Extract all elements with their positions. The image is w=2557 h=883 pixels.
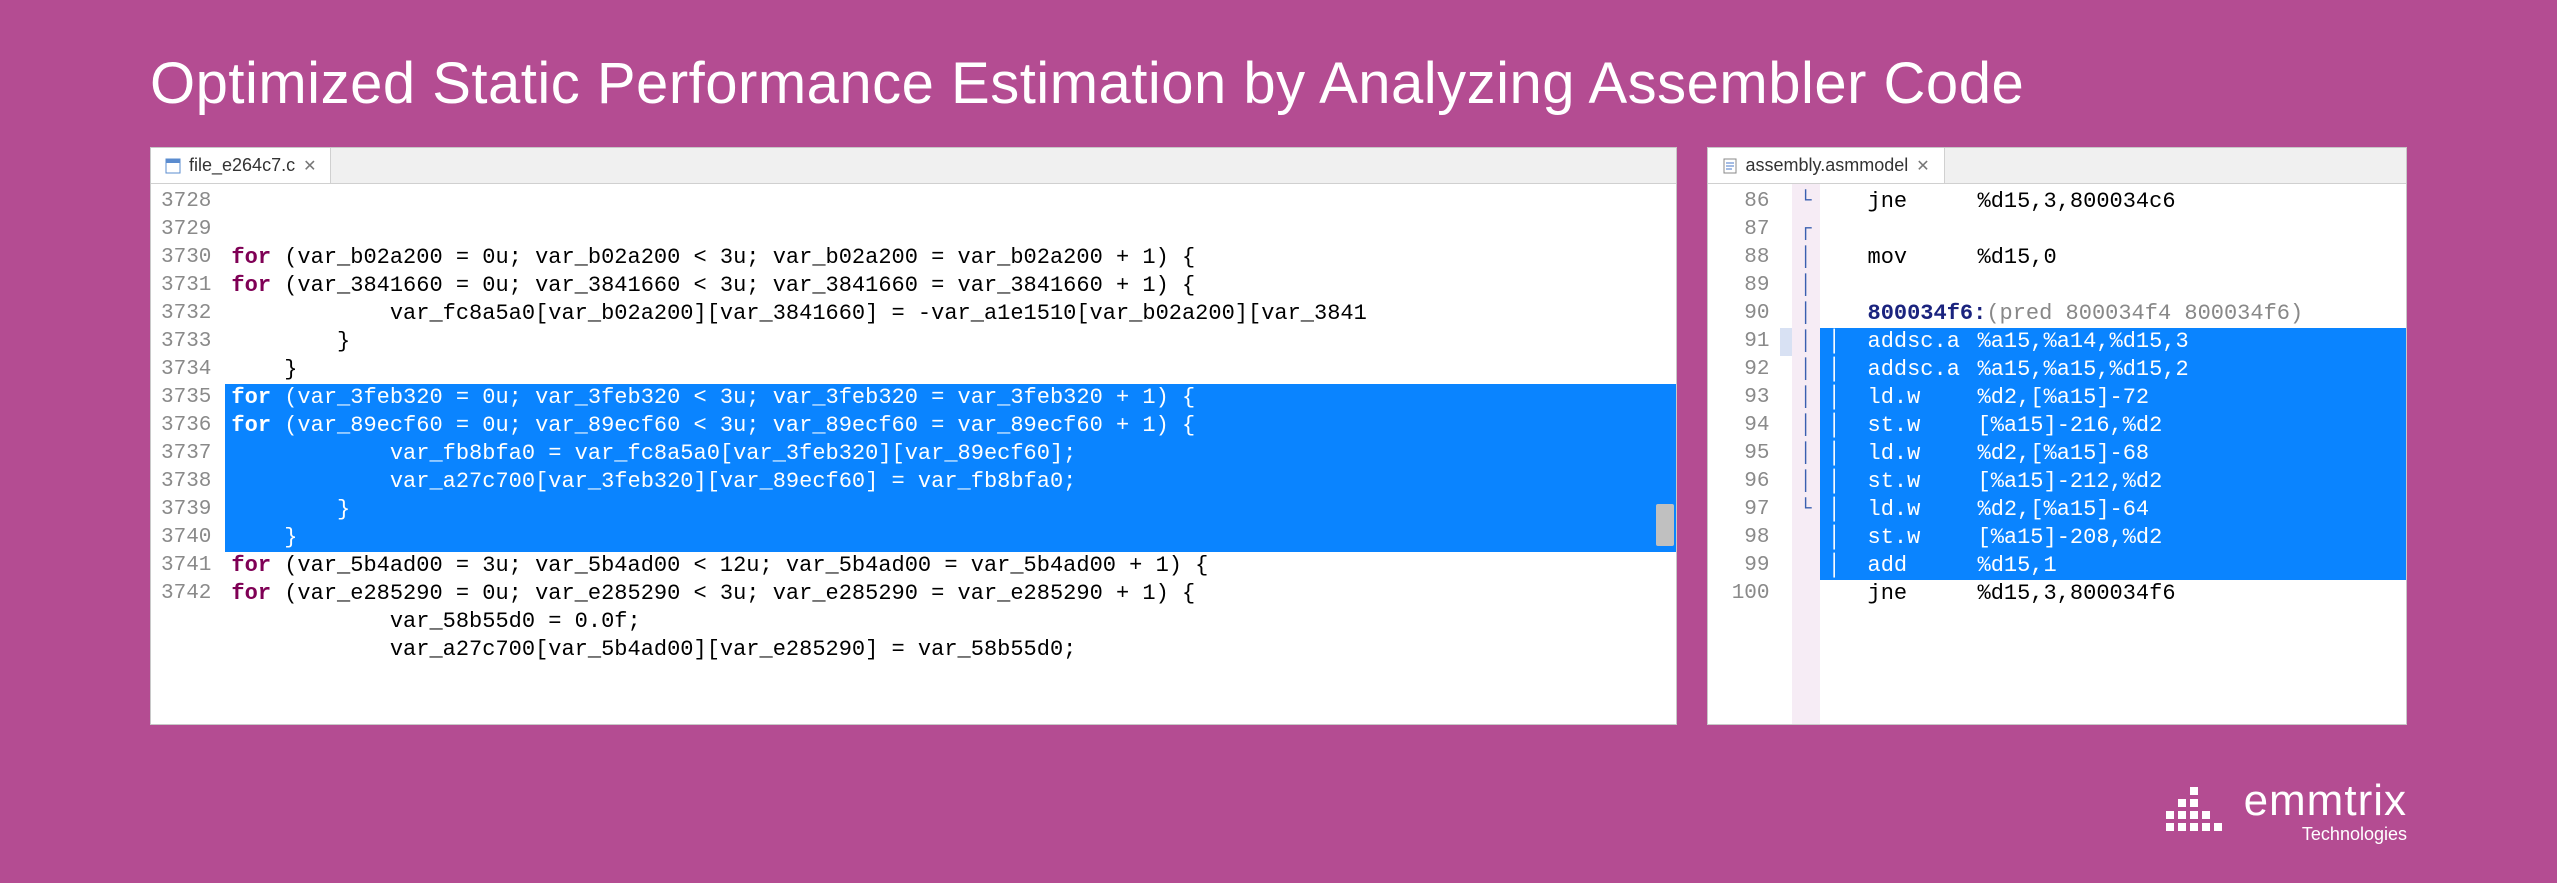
close-icon[interactable]: ✕ (1916, 156, 1929, 176)
code-line[interactable]: for (var_e285290 = 0u; var_e285290 < 3u;… (225, 580, 1675, 608)
asm-line[interactable]: │ ld.w%d2,[%a15]-68 (1820, 440, 2407, 468)
scrollbar-thumb[interactable] (1656, 504, 1674, 546)
logo-sub-text: Technologies (2302, 825, 2407, 843)
left-gutter: 3728372937303731373237333734373537363737… (151, 184, 225, 724)
c-source-editor: file_e264c7.c ✕ 372837293730373137323733… (150, 147, 1677, 725)
asm-line[interactable]: │ st.w[%a15]-208,%d2 (1820, 524, 2407, 552)
code-line[interactable]: } (225, 328, 1675, 356)
tab-asm-file-label: assembly.asmmodel (1746, 155, 1909, 176)
asm-line[interactable]: mov%d15,0 (1820, 244, 2407, 272)
code-line[interactable]: var_a27c700[var_5b4ad00][var_e285290] = … (225, 636, 1675, 664)
asm-line[interactable]: │ addsc.a%a15,%a15,%d15,2 (1820, 356, 2407, 384)
left-tabbar: file_e264c7.c ✕ (151, 148, 1676, 184)
page-headline: Optimized Static Performance Estimation … (0, 0, 2557, 147)
asm-editor: assembly.asmmodel ✕ 86878889909192939495… (1707, 147, 2408, 725)
logo-brand-text: emmtrix (2244, 779, 2407, 823)
right-code-body: 8687888990919293949596979899100 └ ┌│││││… (1708, 184, 2407, 724)
code-line[interactable]: for (var_b02a200 = 0u; var_b02a200 < 3u;… (225, 244, 1675, 272)
code-line[interactable]: for (var_3841660 = 0u; var_3841660 < 3u;… (225, 272, 1675, 300)
right-fold-ruler: └ ┌│││││││││└ (1792, 184, 1820, 724)
close-icon[interactable]: ✕ (303, 156, 316, 176)
asm-line[interactable]: │ st.w[%a15]-212,%d2 (1820, 468, 2407, 496)
asm-line[interactable]: │ ld.w%d2,[%a15]-72 (1820, 384, 2407, 412)
tab-asm-file[interactable]: assembly.asmmodel ✕ (1708, 148, 1945, 183)
asm-line[interactable] (1820, 272, 2407, 300)
text-file-icon (1722, 158, 1738, 174)
asm-line[interactable]: │ add%d15,1 (1820, 552, 2407, 580)
code-line[interactable]: for (var_89ecf60 = 0u; var_89ecf60 < 3u;… (225, 412, 1675, 440)
right-change-ruler (1780, 184, 1792, 724)
code-line[interactable]: var_58b55d0 = 0.0f; (225, 608, 1675, 636)
tab-c-file-label: file_e264c7.c (189, 155, 295, 176)
logo-mark-icon (2162, 779, 2226, 843)
left-code-body: 3728372937303731373237333734373537363737… (151, 184, 1676, 724)
code-line[interactable]: } (225, 496, 1675, 524)
code-line[interactable]: var_fb8bfa0 = var_fc8a5a0[var_3feb320][v… (225, 440, 1675, 468)
asm-line[interactable]: │ st.w[%a15]-216,%d2 (1820, 412, 2407, 440)
asm-line[interactable] (1820, 216, 2407, 244)
asm-line[interactable]: jne%d15,3,800034f6 (1820, 580, 2407, 608)
asm-line[interactable]: │ ld.w%d2,[%a15]-64 (1820, 496, 2407, 524)
asm-line[interactable]: jne%d15,3,800034c6 (1820, 188, 2407, 216)
asm-line[interactable]: 800034f6: (pred 800034f4 800034f6) (1820, 300, 2407, 328)
code-line[interactable]: var_fc8a5a0[var_b02a200][var_3841660] = … (225, 300, 1675, 328)
right-gutter: 8687888990919293949596979899100 (1708, 184, 1780, 724)
tab-c-file[interactable]: file_e264c7.c ✕ (151, 148, 331, 183)
code-line[interactable]: for (var_3feb320 = 0u; var_3feb320 < 3u;… (225, 384, 1675, 412)
code-line[interactable]: for (var_5b4ad00 = 3u; var_5b4ad00 < 12u… (225, 552, 1675, 580)
asm-line[interactable]: │ addsc.a%a15,%a14,%d15,3 (1820, 328, 2407, 356)
right-asm-lines[interactable]: jne%d15,3,800034c6 mov%d15,0 800034f6: (… (1820, 184, 2407, 724)
editor-panels: file_e264c7.c ✕ 372837293730373137323733… (0, 147, 2557, 725)
code-line[interactable]: } (225, 524, 1675, 552)
code-line[interactable]: } (225, 356, 1675, 384)
c-file-icon (165, 158, 181, 174)
brand-logo: emmtrix Technologies (2162, 779, 2407, 843)
right-tabbar: assembly.asmmodel ✕ (1708, 148, 2407, 184)
code-line[interactable]: var_a27c700[var_3feb320][var_89ecf60] = … (225, 468, 1675, 496)
left-code-lines[interactable]: for (var_b02a200 = 0u; var_b02a200 < 3u;… (225, 184, 1675, 724)
